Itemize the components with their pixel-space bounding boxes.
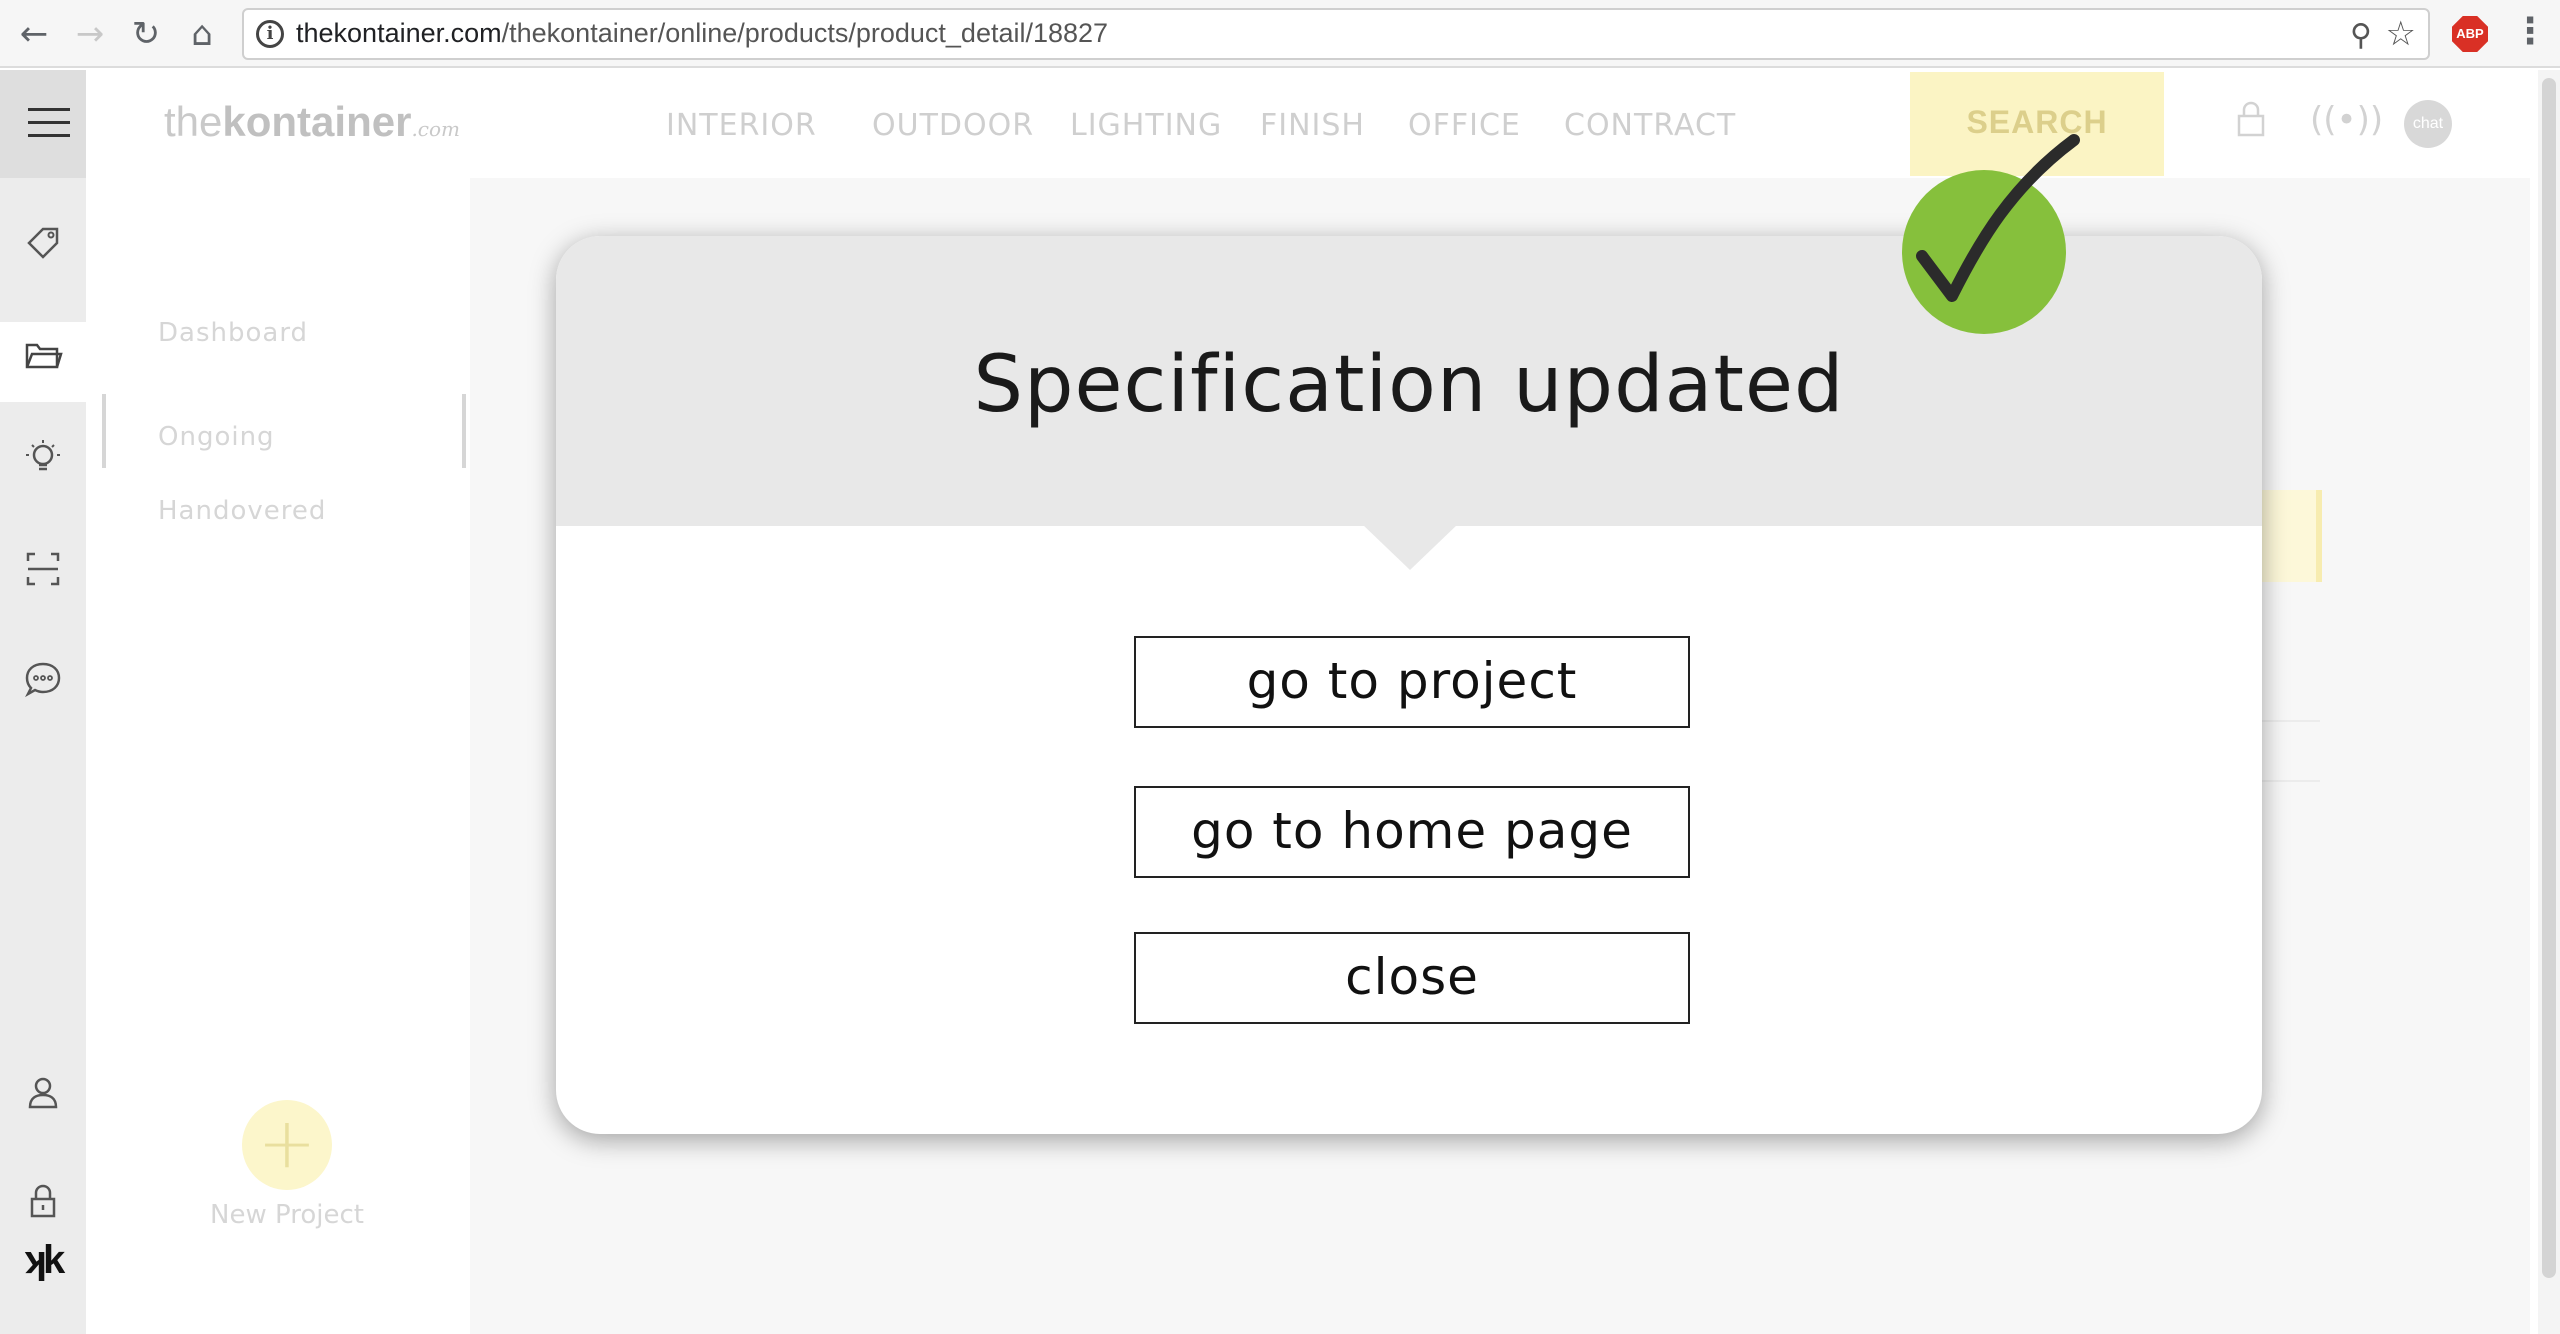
hamburger-menu-icon[interactable]: [28, 108, 70, 138]
subnav-dashboard[interactable]: Dashboard: [158, 318, 308, 348]
nav-contract[interactable]: CONTRACT: [1564, 108, 1736, 143]
go-to-project-button[interactable]: go to project: [1134, 636, 1690, 728]
user-icon[interactable]: [0, 1060, 86, 1140]
adblock-extension-icon[interactable]: ABP: [2452, 16, 2488, 52]
nav-interior[interactable]: INTERIOR: [666, 108, 817, 143]
new-project-label[interactable]: New Project: [206, 1198, 368, 1232]
scrollbar-thumb[interactable]: [2542, 78, 2556, 1278]
subnav-ongoing[interactable]: Ongoing: [158, 422, 275, 452]
lock-icon[interactable]: [0, 1168, 86, 1248]
chat-icon[interactable]: [0, 646, 86, 726]
forward-icon[interactable]: →: [70, 14, 110, 54]
modal-title: Specification updated: [973, 340, 1845, 430]
success-modal: Specification updated go to project go t…: [556, 236, 2262, 1134]
kontainer-logo[interactable]: ʞk: [0, 1238, 86, 1298]
app-header: thekontainer.com INTERIOR OUTDOOR LIGHTI…: [86, 70, 2560, 178]
hamburger-area: [0, 70, 86, 178]
subnav-handovered[interactable]: Handovered: [158, 496, 326, 526]
subnav-active-indicator: [102, 394, 106, 468]
zoom-icon[interactable]: ⚲: [2350, 18, 2372, 53]
project-subnav: Dashboard Ongoing Handovered + New Proje…: [86, 178, 470, 1334]
nav-outdoor[interactable]: OUTDOOR: [872, 108, 1034, 143]
screen: ← → ↻ ⌂ i thekontainer.com/thekontainer/…: [0, 0, 2560, 1334]
lock-icon[interactable]: [2234, 100, 2268, 147]
browser-menu-icon[interactable]: ⋮: [2512, 12, 2548, 56]
subnav-active-indicator-right: [462, 394, 466, 468]
bookmark-star-icon[interactable]: ☆: [2386, 14, 2416, 54]
url-text: thekontainer.com/thekontainer/online/pro…: [296, 18, 1109, 48]
back-icon[interactable]: ←: [14, 14, 54, 54]
left-sidebar: ʞk: [0, 70, 86, 1334]
new-project-plus-icon[interactable]: +: [242, 1100, 332, 1190]
modal-header-pointer: [1362, 524, 1458, 570]
page-scrollbar[interactable]: [2538, 70, 2560, 1334]
nav-lighting[interactable]: LIGHTING: [1070, 108, 1222, 143]
nav-finish[interactable]: FINISH: [1260, 108, 1365, 143]
go-to-home-page-button[interactable]: go to home page: [1134, 786, 1690, 878]
nav-office[interactable]: OFFICE: [1408, 108, 1521, 143]
scan-icon[interactable]: [0, 536, 86, 616]
reload-icon[interactable]: ↻: [126, 14, 166, 54]
tag-icon[interactable]: [0, 210, 86, 290]
broadcast-icon[interactable]: ((•)): [2310, 100, 2383, 140]
chat-badge[interactable]: chat: [2404, 100, 2452, 148]
home-icon[interactable]: ⌂: [182, 14, 222, 54]
checkmark-icon: [1916, 134, 2080, 302]
lightbulb-icon[interactable]: [0, 424, 86, 504]
close-button[interactable]: close: [1134, 932, 1690, 1024]
brand-logo[interactable]: thekontainer.com: [164, 98, 460, 146]
info-icon[interactable]: i: [256, 20, 284, 48]
folder-icon[interactable]: [0, 322, 86, 402]
browser-toolbar: ← → ↻ ⌂ i thekontainer.com/thekontainer/…: [0, 0, 2560, 68]
address-bar[interactable]: i thekontainer.com/thekontainer/online/p…: [242, 8, 2430, 60]
